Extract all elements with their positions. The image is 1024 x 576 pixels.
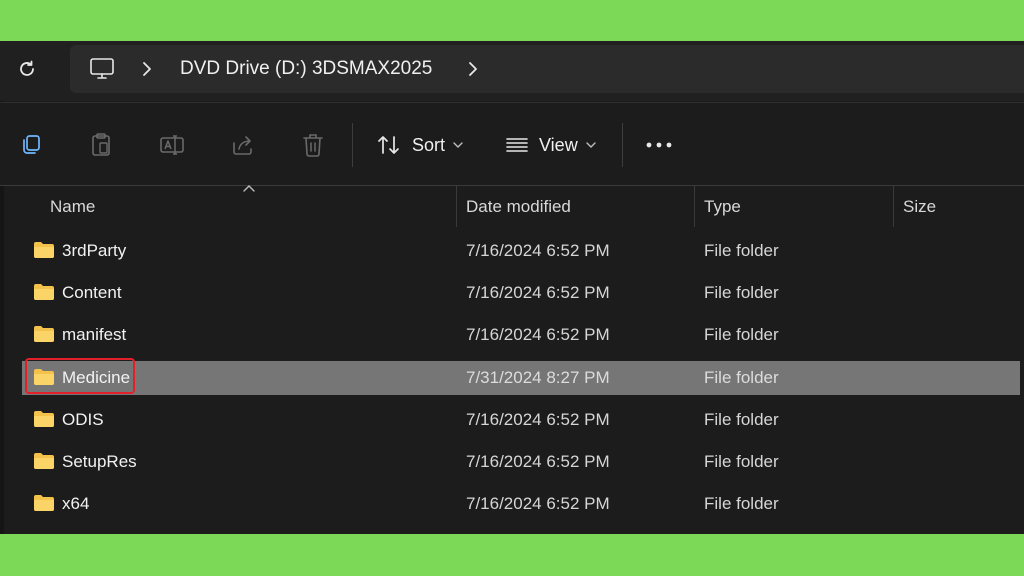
this-pc-icon[interactable]: [89, 57, 115, 81]
rename-icon: [160, 135, 184, 155]
view-label: View: [539, 134, 578, 155]
command-bar: Sort View: [0, 102, 1024, 186]
folder-icon: [34, 242, 54, 258]
refresh-icon: [20, 60, 34, 76]
sort-ascending-icon: [243, 185, 255, 192]
file-name: manifest: [62, 325, 127, 344]
column-type-header[interactable]: Type: [704, 185, 741, 229]
file-name: Content: [62, 283, 122, 302]
file-name: SetupRes: [62, 452, 137, 471]
address-row: DVD Drive (D:) 3DSMAX2025: [0, 41, 1024, 101]
file-date: 7/16/2024 6:52 PM: [466, 283, 610, 302]
file-name: x64: [62, 494, 90, 513]
column-divider[interactable]: [456, 185, 457, 227]
share-icon: [233, 136, 252, 155]
folder-icon: [34, 284, 54, 300]
file-type: File folder: [704, 368, 779, 387]
chevron-down-icon: [586, 142, 596, 148]
folder-icon: [34, 411, 54, 427]
column-divider[interactable]: [893, 185, 894, 227]
column-header: Name Date modified Type Size: [0, 185, 1024, 229]
file-explorer-window: DVD Drive (D:) 3DSMAX2025 Sort View Name…: [0, 41, 1024, 534]
sort-icon: [378, 136, 399, 154]
copy-button[interactable]: [16, 130, 46, 160]
chevron-down-icon: [453, 142, 463, 148]
share-button[interactable]: [228, 130, 258, 160]
folder-icon: [34, 495, 54, 511]
file-row[interactable]: SetupRes 7/16/2024 6:52 PM File folder: [22, 445, 1020, 479]
column-size-header[interactable]: Size: [903, 185, 936, 229]
paste-button[interactable]: [86, 130, 116, 160]
annotation-highlight-box: [25, 358, 135, 394]
file-type: File folder: [704, 494, 779, 513]
breadcrumb-chevron-icon[interactable]: [466, 60, 480, 78]
column-date-header[interactable]: Date modified: [466, 185, 571, 229]
breadcrumb-dvd-drive[interactable]: DVD Drive (D:) 3DSMAX2025: [180, 56, 432, 82]
trash-icon: [303, 134, 323, 157]
refresh-button[interactable]: [13, 55, 41, 83]
sort-button[interactable]: Sort: [376, 129, 463, 161]
more-options-icon[interactable]: [644, 141, 674, 149]
file-date: 7/16/2024 6:52 PM: [466, 325, 610, 344]
file-type: File folder: [704, 452, 779, 471]
view-button[interactable]: View: [505, 129, 596, 161]
file-type: File folder: [704, 325, 779, 344]
sort-label: Sort: [412, 134, 446, 155]
file-name: 3rdParty: [62, 241, 127, 260]
paste-icon: [92, 133, 110, 156]
file-row[interactable]: 3rdParty 7/16/2024 6:52 PM File folder: [22, 234, 1020, 268]
folder-icon: [34, 326, 54, 342]
copy-icon: [23, 135, 40, 154]
file-date: 7/31/2024 8:27 PM: [466, 368, 610, 387]
view-list-icon: [506, 138, 528, 152]
file-type: File folder: [704, 283, 779, 302]
file-type: File folder: [704, 410, 779, 429]
file-date: 7/16/2024 6:52 PM: [466, 241, 610, 260]
file-row[interactable]: Content 7/16/2024 6:52 PM File folder: [22, 276, 1020, 310]
toolbar-separator: [622, 123, 623, 167]
file-row[interactable]: x64 7/16/2024 6:52 PM File folder: [22, 487, 1020, 521]
file-row[interactable]: ODIS 7/16/2024 6:52 PM File folder: [22, 403, 1020, 437]
column-divider[interactable]: [694, 185, 695, 227]
file-date: 7/16/2024 6:52 PM: [466, 494, 610, 513]
file-type: File folder: [704, 241, 779, 260]
column-name-header[interactable]: Name: [50, 185, 95, 229]
toolbar-separator: [352, 123, 353, 167]
file-row[interactable]: manifest 7/16/2024 6:52 PM File folder: [22, 318, 1020, 352]
file-date: 7/16/2024 6:52 PM: [466, 452, 610, 471]
file-name: ODIS: [62, 410, 104, 429]
address-bar[interactable]: DVD Drive (D:) 3DSMAX2025: [70, 45, 1024, 93]
delete-button[interactable]: [298, 130, 328, 160]
file-date: 7/16/2024 6:52 PM: [466, 410, 610, 429]
breadcrumb-chevron-icon[interactable]: [140, 60, 154, 78]
folder-icon: [34, 453, 54, 469]
rename-button[interactable]: [157, 130, 187, 160]
file-row-selected[interactable]: Medicine 7/31/2024 8:27 PM File folder: [22, 358, 1020, 395]
